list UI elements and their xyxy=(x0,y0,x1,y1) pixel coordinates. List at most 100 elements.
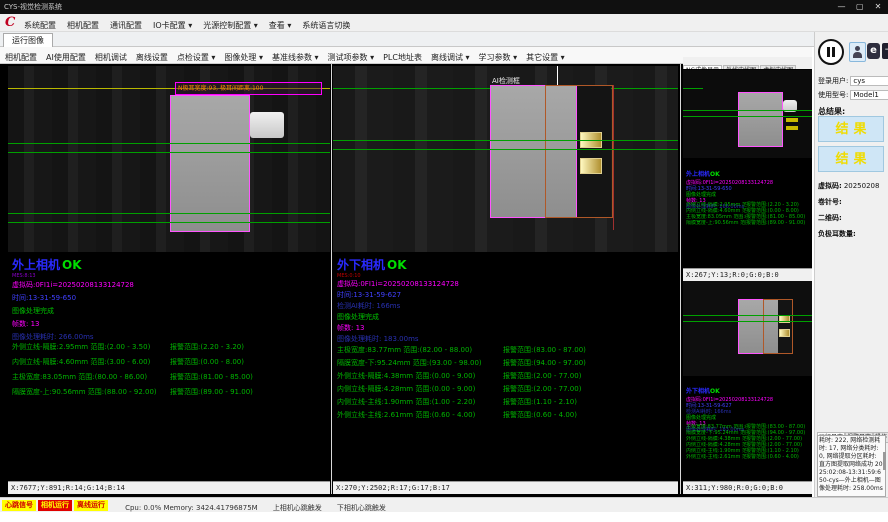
toolbar-item[interactable]: AI使用配置 xyxy=(46,53,86,62)
reference-line xyxy=(683,88,703,89)
alarm-range: 报警范围:(0.60 - 4.00) xyxy=(746,454,799,460)
panel-divider xyxy=(680,64,681,494)
toolbar-item[interactable]: 离线设置 xyxy=(136,53,168,62)
measurement-row: 隔膜宽度-上:90.56mm 范围:(88.00 - 92.00)报警范围:(8… xyxy=(686,220,810,226)
menu-item[interactable]: IO卡配置 ▾ xyxy=(153,21,192,30)
left-measurements: 外侧立线-隔膜:2.95mm 范围:(2.00 - 3.50)报警范围:(2.2… xyxy=(12,340,328,400)
pause-icon xyxy=(827,47,830,57)
tab-row: 运行图像 xyxy=(0,32,888,47)
maximize-button[interactable]: ▢ xyxy=(852,0,868,14)
lower-camera-heartbeat: 下相机心跳触发 xyxy=(337,504,386,512)
reference-line xyxy=(8,143,330,144)
side-field: 卷针号: xyxy=(818,194,888,210)
menu-item[interactable]: 系统配置 xyxy=(24,21,56,30)
left-coordinate-bar: X:7677;Y:891;R:14;G:14;B:14 xyxy=(8,481,330,494)
left-camera-name: 外上相机 xyxy=(12,258,60,272)
toolbar-item[interactable]: 基准线参数 ▾ xyxy=(272,53,319,62)
mini-label-mark xyxy=(786,118,798,122)
info-line: 虚拟码:0FI1i=20250208133124728 xyxy=(337,279,459,290)
mini-bottom-camera-view[interactable] xyxy=(683,281,812,376)
status-bar: 心跳信号相机运行离线运行 Cpu: 0.0% Memory: 3424.4179… xyxy=(0,497,888,512)
measurement-value: 主极宽度:83.77mm 范围:(82.00 - 88.00) xyxy=(337,344,503,357)
menu-items: 系统配置 相机配置 通讯配置 IO卡配置 ▾ 光源控制配置 ▾ 查看 ▾ 系统语言切换 xyxy=(24,14,361,34)
toolbar-item[interactable]: 测试项参数 ▾ xyxy=(328,53,375,62)
measurement-row: 外侧立线-主线:2.61mm 范围:(0.60 - 4.00)报警范围:(0.6… xyxy=(337,409,677,422)
toolbar-item[interactable]: 图像处理 ▾ xyxy=(224,53,263,62)
toolbar-item[interactable]: 学习参数 ▾ xyxy=(479,53,518,62)
reference-line xyxy=(683,116,812,117)
middle-result-block: 外下相机OK MES:0:10 虚拟码:0FI1i=20250208133124… xyxy=(337,254,459,345)
side-fields: 虚拟码:20250208卷针号:二维码:负极耳数量: xyxy=(818,178,888,242)
alarm-range: 报警范围:(2.20 - 3.20) xyxy=(170,340,244,355)
pause-button[interactable] xyxy=(818,39,844,65)
info-line: 帧数: 13 xyxy=(337,323,459,334)
info-line: 帧数: 13 xyxy=(12,318,134,331)
status-badge: 离线运行 xyxy=(74,500,108,511)
measurement-row: 外侧立线-隔膜:4.38mm 范围:(0.00 - 9.00)报警范围:(2.0… xyxy=(337,370,677,383)
log-scrollbar[interactable] xyxy=(883,452,886,470)
alarm-range: 报警范围:(1.10 - 2.10) xyxy=(503,396,577,409)
mini-bottom-measurements: 主极宽度:83.77mm 范围:(82.00 - 88.00)报警范围:(83.… xyxy=(686,424,810,460)
logout-icon[interactable]: → xyxy=(882,43,888,59)
side-field-label: 二维码: xyxy=(818,214,842,222)
toolbar-item[interactable]: 点检设置 ▾ xyxy=(177,53,216,62)
info-line: 图像处理完成 xyxy=(12,305,134,318)
alarm-range: 报警范围:(89.00 - 91.00) xyxy=(170,385,253,400)
user-icon xyxy=(855,46,860,51)
measurement-value: 主极宽度:83.05mm 范围:(80.00 - 86.00) xyxy=(12,370,170,385)
alarm-range: 报警范围:(94.00 - 97.00) xyxy=(503,357,586,370)
status-badges: 心跳信号相机运行离线运行 xyxy=(2,498,110,511)
model-label: 使用型号: xyxy=(818,91,848,99)
title-bar: CYS-视觉检测系统 — ▢ ✕ xyxy=(0,0,888,14)
menu-item[interactable]: 相机配置 xyxy=(67,21,99,30)
menu-item[interactable]: 通讯配置 xyxy=(110,21,142,30)
menu-item[interactable]: 系统语言切换 xyxy=(302,21,350,30)
alarm-range: 报警范围:(81.00 - 85.00) xyxy=(170,370,253,385)
middle-coordinate-bar: X:270;Y:2502;R:17;G:17;B:17 xyxy=(333,481,678,494)
menu-item[interactable]: 光源控制配置 ▾ xyxy=(203,21,258,30)
side-field-label: 卷针号: xyxy=(818,198,842,206)
left-camera-view[interactable]: N极耳宽度:93, 极耳间距离:100 xyxy=(8,66,330,252)
left-info-lines: 虚拟码:0FI1i=20250208133124728时间:13-31-59-6… xyxy=(12,279,134,344)
log-text-box[interactable]: 耗时: 222, 网络检测耗时: 17, 网络分类耗时: 0, 网络提取分区耗时… xyxy=(817,435,886,497)
minimize-button[interactable]: — xyxy=(834,0,850,14)
mini-label-mark xyxy=(786,126,798,130)
middle-camera-view[interactable]: AI检测框 xyxy=(333,66,678,252)
info-line: 时间:13-31-59-650 xyxy=(12,292,134,305)
menu-item[interactable]: 查看 ▾ xyxy=(269,21,292,30)
measure-overlay-label: N极耳宽度:93, 极耳间距离:100 xyxy=(175,82,322,95)
boundary-line xyxy=(613,85,614,230)
user-button[interactable] xyxy=(849,42,866,62)
mini-top-measurements: 外侧立线-隔膜:2.95mm 范围:(2.00 - 3.50)报警范围:(2.2… xyxy=(686,202,810,226)
right-view-tab[interactable]: NG成像显示 xyxy=(683,65,722,69)
side-field: 二维码: xyxy=(818,210,888,226)
result-box-top: 结果 xyxy=(818,116,884,142)
measurement-row: 内侧立线-隔膜:4.28mm 范围:(0.00 - 9.00)报警范围:(2.0… xyxy=(337,383,677,396)
reference-line xyxy=(683,110,812,111)
info-line: 虚拟码:0FI1i=20250208133124728 xyxy=(12,279,134,292)
toolbar-item[interactable]: 离线调试 ▾ xyxy=(431,53,470,62)
app-logo-icon: C xyxy=(5,15,15,30)
model-value[interactable]: Model1 xyxy=(850,90,888,100)
tab-run-image[interactable]: 运行图像 xyxy=(3,33,53,47)
ai-detect-box xyxy=(545,85,613,218)
measurement-value: 内侧立线-隔膜:4.60mm 范围:(3.00 - 6.00) xyxy=(12,355,170,370)
close-button[interactable]: ✕ xyxy=(870,0,886,14)
status-badge: 相机运行 xyxy=(38,500,72,511)
toolbar-item[interactable]: 相机调试 xyxy=(95,53,127,62)
mini-bottom-camera-name: 外下相机 xyxy=(686,388,710,395)
mini-top-status-ok: OK xyxy=(710,171,720,178)
app-window: CYS-视觉检测系统 — ▢ ✕ C 系统配置相机配置通讯配置IO卡配置 ▾光源… xyxy=(0,0,888,522)
toolbar-item[interactable]: PLC地址表 xyxy=(383,53,422,62)
right-view-tab[interactable]: 虚拟内线图 xyxy=(760,65,796,69)
toolbar-item[interactable]: 相机配置 xyxy=(5,53,37,62)
login-user-value[interactable]: cys xyxy=(850,76,888,86)
ai-detect-box xyxy=(763,299,793,354)
side-panel: e → 登录用户:cys 使用型号:Model1 总结果: 结果 结果 虚拟码:… xyxy=(814,32,888,497)
mini-top-camera-view[interactable] xyxy=(683,70,812,158)
e-tool-button[interactable]: e xyxy=(867,43,880,59)
right-view-tab[interactable]: 外线内线图 xyxy=(723,65,759,69)
toolbar-item[interactable]: 其它设置 ▾ xyxy=(526,53,565,62)
mini-top-camera-name: 外上相机 xyxy=(686,171,710,178)
reference-line xyxy=(333,149,678,150)
